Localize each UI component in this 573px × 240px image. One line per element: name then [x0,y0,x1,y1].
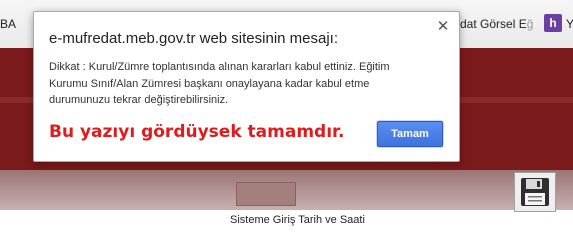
bookmark-label-faded: ğ [526,17,534,31]
dialog-message-line: Kurumu Sınıf/Alan Zümresi başkanı onayla… [49,77,370,90]
login-datetime-label: Sisteme Giriş Tarih ve Saati [230,214,365,226]
bookmark-item-partial-right[interactable]: Y [566,17,573,31]
bookmark-item-gorsel[interactable]: dat Görsel Eğ [460,17,533,31]
alert-dialog: e-mufredat.meb.gov.tr web sitesinin mesa… [33,11,460,162]
dialog-message-line: durumunuzu tekrar değiştirebilirsiniz. [49,94,229,106]
close-icon[interactable]: ✕ [435,19,451,35]
dialog-message-line: Dikkat : Kurul/Zümre toplantısında alına… [49,61,390,73]
bookmark-item-partial-left[interactable]: BA [0,17,16,31]
floppy-disk-icon [521,178,549,206]
h-bookmark-icon[interactable]: h [544,14,562,32]
ok-button[interactable]: Tamam [377,121,443,147]
dialog-message: Dikkat : Kurul/Zümre toplantısında alına… [49,59,444,109]
toolbar-tab[interactable] [236,182,296,206]
red-annotation-text: Bu yazıyı gördüysek tamamdır. [49,122,345,142]
save-button[interactable] [514,172,556,212]
bookmark-label: dat Görsel E [460,17,527,31]
dialog-title: e-mufredat.meb.gov.tr web sitesinin mesa… [49,30,339,47]
